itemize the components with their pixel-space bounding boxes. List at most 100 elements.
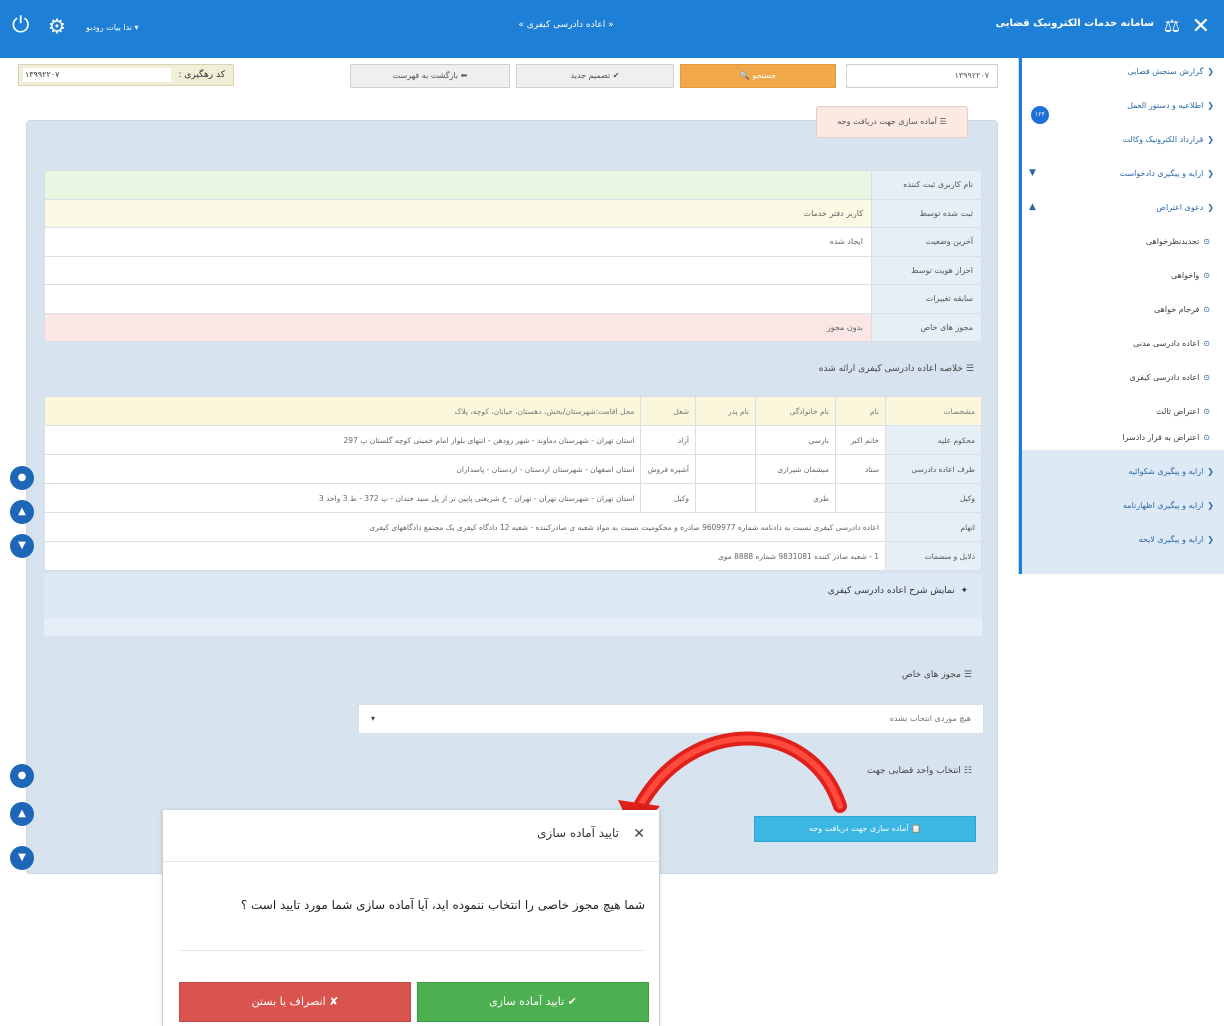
search-button[interactable]: جستجو 🔍 xyxy=(680,64,836,88)
party-job: آشپزه فروش xyxy=(640,454,696,484)
info-label: نام کاربری ثبت کننده xyxy=(871,170,982,200)
sidebar: ۱۲۴ ❮گزارش سنجش قضایی ❮اطلاعیه و دستور ا… xyxy=(1018,58,1224,574)
info-label: سابقه تغییرات xyxy=(871,284,982,314)
party-job: آزاد xyxy=(640,425,696,455)
party-role: وکیل xyxy=(885,483,982,513)
table-row: آخرین وضعیت ایجاد شده xyxy=(44,227,982,257)
sidebar-subitem-prosecutor[interactable]: ⊙اعتراض به قرار دادسرا xyxy=(1027,428,1210,448)
sidebar-subitem-appeal[interactable]: ⊙تجدیدنظرخواهی xyxy=(1027,232,1210,252)
confirm-dialog: ✕ تایید آماده سازی شما هیچ مجوز خاصی را … xyxy=(162,810,660,1026)
info-label: احراز هویت توسط xyxy=(871,255,982,285)
table-header: مشخصات xyxy=(885,396,982,426)
drop-icon[interactable]: ● xyxy=(10,764,34,788)
list-icon: ☰ xyxy=(965,364,974,374)
chevron-up-icon: ▲ xyxy=(1029,202,1036,212)
table-row: طرف اعاده دادرسی ستاد مبشمان شیرازی آشپز… xyxy=(43,454,982,484)
tracking-code-value[interactable]: ۱۳۹۹۲۲۰۷ xyxy=(23,68,171,82)
party-family: مبشمان شیرازی xyxy=(755,454,836,484)
sidebar-subitem-criminal-retrial[interactable]: ⊙اعاده دادرسی کیفری xyxy=(1027,368,1210,388)
divider xyxy=(179,950,645,951)
list-icon: ☰ xyxy=(963,670,972,680)
parties-table: مشخصات نام نام خانوادگی نام پدر شغل محل … xyxy=(43,396,982,571)
sidebar-item-declaration[interactable]: ❮ارایه و پیگیری اظهارنامه xyxy=(1027,496,1214,516)
dialog-header: ✕ تایید آماده سازی xyxy=(163,810,659,862)
caret-down-icon: ▾ xyxy=(371,714,376,723)
unit-title: ☷انتخاب واحد قضایی جهت xyxy=(867,766,972,776)
cancel-button[interactable]: ✘ انصراف یا بستن xyxy=(179,982,411,1022)
info-value xyxy=(44,284,872,314)
sidebar-item-report[interactable]: ❮گزارش سنجش قضایی xyxy=(1027,62,1214,82)
party-father xyxy=(695,483,756,513)
confirm-button[interactable]: ✔ تایید آماده سازی xyxy=(417,982,649,1022)
back-to-list-button[interactable]: ⬅ بازگشت به فهرست xyxy=(350,64,510,88)
table-row: مجوز های خاص بدون مجوز xyxy=(44,312,982,342)
permits-title: ☰مجوز های خاص xyxy=(901,670,972,680)
sidebar-item-brief[interactable]: ❮ارایه و پیگیری لایحه xyxy=(1027,530,1214,550)
sidebar-item-announcements[interactable]: ❮اطلاعیه و دستور العمل xyxy=(1027,96,1214,116)
info-value: کاربر دفتر خدمات xyxy=(44,198,872,228)
tracking-code-box: کد رهگیری : ۱۳۹۹۲۲۰۷ xyxy=(18,64,234,86)
party-job: وکیل xyxy=(640,483,696,513)
new-decision-button[interactable]: ✔ تصمیم جدید xyxy=(516,64,674,88)
party-father xyxy=(695,425,756,455)
close-icon[interactable]: ✕ xyxy=(1192,14,1210,40)
scroll-up-icon[interactable]: ▲ xyxy=(10,802,34,826)
party-name: ستاد xyxy=(835,454,886,484)
table-header: نام پدر xyxy=(695,396,756,426)
scales-icon: ⚖ xyxy=(1163,16,1180,37)
table-header: نام خانوادگی xyxy=(755,396,836,426)
party-name: خانم اکبر xyxy=(835,425,886,455)
table-row: احراز هویت توسط xyxy=(44,255,982,285)
search-input[interactable]: ۱۳۹۹۲۲۰۷ xyxy=(846,64,998,88)
power-icon[interactable]: ⏻ xyxy=(12,14,29,38)
table-row: سابقه تغییرات xyxy=(44,284,982,314)
info-label: ثبت شده توسط xyxy=(871,198,982,228)
table-header: شغل xyxy=(640,396,696,426)
party-role: اتهام xyxy=(885,512,982,542)
info-table: نام کاربری ثبت کننده ثبت شده توسط کاربر … xyxy=(44,170,982,342)
party-address: استان تهران - شهرستان تهران - تهران - خ … xyxy=(43,483,642,513)
info-value: بدون مجوز xyxy=(44,312,872,342)
table-row: وکیل طری وکیل استان تهران - شهرستان تهرا… xyxy=(43,483,982,513)
retrial-description-toggle[interactable]: ✦ نمایش شرح اعاده دادرسی کیفری xyxy=(44,574,982,636)
table-row: اتهام اعاده دادرسی کیفری نسبت به دادنامه… xyxy=(44,512,982,542)
info-value: ایجاد شده xyxy=(44,227,872,257)
charge-text: اعاده دادرسی کیفری نسبت به دادنامه شماره… xyxy=(44,512,886,542)
sidebar-item-objection[interactable]: ❮دعوی اعتراض xyxy=(1027,198,1214,218)
scroll-down-icon[interactable]: ▼ xyxy=(10,846,34,870)
sidebar-subitem-opposition[interactable]: ⊙واخواهی xyxy=(1027,266,1210,286)
dialog-title: تایید آماده سازی xyxy=(537,826,619,840)
sparkle-icon: ✦ xyxy=(960,586,968,596)
page-title: « اعاده دادرسی کیفری » xyxy=(518,20,614,30)
scroll-up-icon[interactable]: ▲ xyxy=(10,500,34,524)
app-title: سامانه خدمات الکترونیک قضایی xyxy=(995,18,1154,29)
table-row: محکوم علیه خانم اکبر نارسی آزاد استان ته… xyxy=(43,425,982,455)
party-family: طری xyxy=(755,483,836,513)
drop-icon[interactable]: ● xyxy=(10,466,34,490)
scroll-down-icon[interactable]: ▼ xyxy=(10,534,34,558)
dialog-message: شما هیچ مجوز خاصی را انتخاب ننموده اید، … xyxy=(240,898,645,912)
sidebar-subitem-cassation[interactable]: ⊙فرجام خواهی xyxy=(1027,300,1210,320)
evidence-text: 1 - شعبه صادر کننده 9831081 شماره 8888 م… xyxy=(44,541,886,571)
sidebar-item-complaint[interactable]: ❮ارایه و پیگیری شکوائیه xyxy=(1027,462,1214,482)
sidebar-subitem-third-party[interactable]: ⊙اعتراض ثالث xyxy=(1027,402,1210,422)
party-father xyxy=(695,454,756,484)
gear-icon[interactable]: ⚙ xyxy=(48,14,66,38)
close-icon[interactable]: ✕ xyxy=(633,826,645,842)
sidebar-subitem-civil-retrial[interactable]: ⊙اعاده دادرسی مدنی xyxy=(1027,334,1210,354)
table-header: محل اقامت:شهرستان/بخش، دهستان، خیابان، ک… xyxy=(43,396,642,426)
party-address: استان تهران - شهرستان دماوند - شهر رودهن… xyxy=(43,425,642,455)
sidebar-item-petition[interactable]: ❮ارایه و پیگیری دادخواست xyxy=(1027,164,1214,184)
table-row: دلایل و منضمات 1 - شعبه صادر کننده 98310… xyxy=(44,541,982,571)
party-name xyxy=(835,483,886,513)
party-role: دلایل و منضمات xyxy=(885,541,982,571)
section-title: ☰ آماده سازی جهت دریافت وجه xyxy=(816,106,968,138)
table-header-row: مشخصات نام نام خانوادگی نام پدر شغل محل … xyxy=(43,396,982,426)
notifications-dropdown[interactable]: ▾ ندا بیات رودبو xyxy=(86,23,139,32)
top-navbar: ✕ ⚖ سامانه خدمات الکترونیک قضایی « اعاده… xyxy=(0,0,1224,58)
sidebar-item-contract[interactable]: ❮قرارداد الکترونیک وکالت xyxy=(1027,130,1214,150)
table-header: نام xyxy=(835,396,886,426)
party-address: استان اصفهان - شهرستان اردستان - اردستان… xyxy=(43,454,642,484)
table-row: ثبت شده توسط کاربر دفتر خدمات xyxy=(44,198,982,228)
table-row: نام کاربری ثبت کننده xyxy=(44,170,982,200)
